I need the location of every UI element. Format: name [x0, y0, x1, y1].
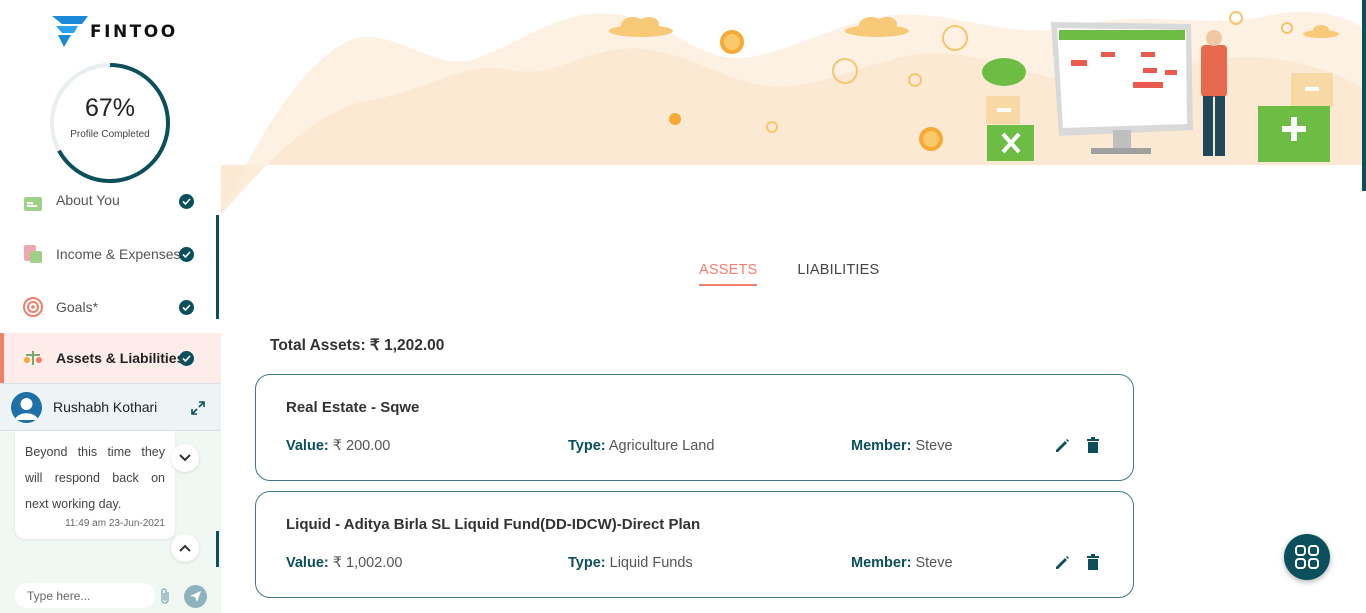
- total-assets-label: Total Assets:: [270, 337, 366, 354]
- chat-message-timestamp: 11:49 am 23-Jun-2021: [65, 518, 165, 529]
- asset-liability-tabs: ASSETS LIABILITIES: [699, 262, 879, 286]
- tab-liabilities[interactable]: LIABILITIES: [797, 262, 879, 286]
- check-icon: [179, 299, 194, 315]
- asset-title: Liquid - Aditya Birla SL Liquid Fund(DD-…: [286, 516, 701, 533]
- chevron-up-icon: [179, 544, 191, 552]
- check-icon: [179, 246, 194, 262]
- delete-button[interactable]: [1086, 436, 1102, 454]
- tab-assets[interactable]: ASSETS: [699, 262, 758, 286]
- asset-type: Type: Liquid Funds: [568, 555, 693, 571]
- assets-liabilities-icon: [22, 347, 44, 369]
- scroll-up-button[interactable]: [171, 534, 199, 562]
- value-amount: ₹ 1,002.00: [332, 555, 403, 571]
- edit-button[interactable]: [1054, 553, 1070, 571]
- asset-value: Value: ₹ 200.00: [286, 438, 390, 454]
- asset-member: Member: Steve: [851, 438, 953, 454]
- header-banner-illustration: [221, 0, 1366, 216]
- chat-message-bubble: Beyond this time they will respond back …: [15, 431, 175, 539]
- total-assets-amount: ₹ 1,202.00: [369, 337, 445, 354]
- profile-percent: 67%: [84, 94, 136, 122]
- member-label: Member:: [851, 438, 912, 454]
- sidebar-item-label: Assets & Liabilities: [56, 350, 185, 366]
- pencil-icon: [1056, 439, 1069, 452]
- sidebar-item-assets-liabilities[interactable]: Assets & Liabilities: [0, 333, 221, 383]
- chat-scrollbar[interactable]: [216, 531, 219, 567]
- sidebar-item-goals[interactable]: Goals*: [0, 283, 221, 331]
- type-value: Agriculture Land: [608, 438, 715, 454]
- fintoo-logo-icon: [52, 16, 88, 48]
- asset-title: Real Estate - Sqwe: [286, 399, 420, 416]
- avatar: [11, 392, 42, 423]
- asset-type: Type: Agriculture Land: [568, 438, 714, 454]
- page-scrollbar[interactable]: [1362, 0, 1366, 191]
- sidebar-item-label: Goals*: [56, 299, 99, 315]
- profile-progress: 67% Profile Completed: [48, 61, 172, 185]
- type-label: Type:: [568, 555, 606, 571]
- profile-completed-label: Profile Completed: [70, 129, 150, 140]
- goals-target-icon: [22, 296, 44, 318]
- send-button[interactable]: [184, 585, 207, 608]
- member-label: Member:: [851, 555, 912, 571]
- edit-button[interactable]: [1054, 436, 1070, 454]
- delete-button[interactable]: [1086, 553, 1102, 571]
- chat-message-input[interactable]: [15, 583, 155, 608]
- trash-icon: [1087, 437, 1099, 453]
- about-you-icon: [22, 194, 44, 216]
- sidebar-item-about-you[interactable]: About You: [0, 176, 221, 216]
- chevron-down-icon: [179, 454, 191, 462]
- chat-message-text: Beyond this time they will respond back …: [25, 445, 165, 511]
- grid-icon: [1295, 545, 1319, 569]
- total-assets: Total Assets: ₹ 1,202.00: [270, 336, 444, 355]
- expand-icon[interactable]: [190, 400, 206, 416]
- asset-value: Value: ₹ 1,002.00: [286, 555, 402, 571]
- income-expenses-icon: [22, 243, 44, 265]
- member-value: Steve: [915, 438, 953, 454]
- page: FINTOO 67% Profile Completed About You I…: [0, 0, 1366, 613]
- type-label: Type:: [568, 438, 606, 454]
- chat-body: Beyond this time they will respond back …: [0, 431, 221, 581]
- send-icon: [190, 591, 201, 602]
- fintoo-logo: FINTOO: [52, 16, 178, 48]
- brand-name: FINTOO: [90, 22, 178, 42]
- sidebar-item-label: About You: [56, 192, 120, 208]
- type-value: Liquid Funds: [609, 555, 693, 571]
- value-label: Value:: [286, 438, 329, 454]
- sidebar: FINTOO 67% Profile Completed About You I…: [0, 0, 221, 613]
- trash-icon: [1087, 554, 1099, 570]
- menu-grid-button[interactable]: [1284, 534, 1330, 580]
- scroll-down-button[interactable]: [171, 444, 199, 472]
- value-amount: ₹ 200.00: [332, 438, 391, 454]
- check-icon: [179, 350, 194, 366]
- sidebar-item-income-expenses[interactable]: Income & Expenses*: [0, 230, 221, 278]
- check-icon: [179, 194, 194, 209]
- chat-agent-name: Rushabh Kothari: [53, 399, 158, 415]
- chat-header[interactable]: Rushabh Kothari: [0, 383, 221, 431]
- value-label: Value:: [286, 555, 329, 571]
- asset-member: Member: Steve: [851, 555, 953, 571]
- asset-card: Liquid - Aditya Birla SL Liquid Fund(DD-…: [255, 491, 1134, 598]
- pencil-icon: [1056, 556, 1069, 569]
- asset-card: Real Estate - Sqwe Value: ₹ 200.00 Type:…: [255, 374, 1134, 481]
- paperclip-icon[interactable]: [159, 587, 173, 605]
- member-value: Steve: [915, 555, 953, 571]
- sidebar-item-label: Income & Expenses*: [56, 246, 186, 262]
